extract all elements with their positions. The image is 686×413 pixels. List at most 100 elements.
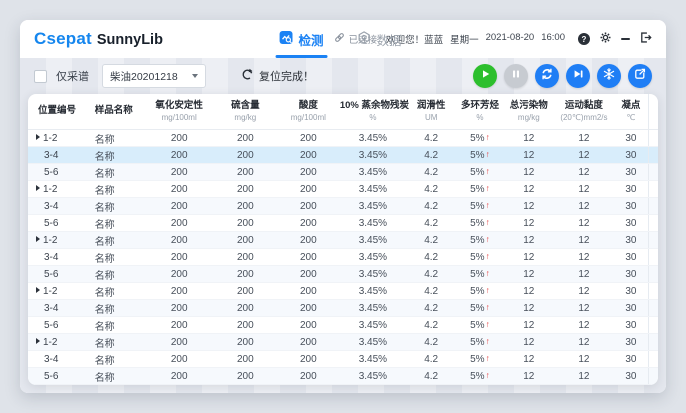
data-cell: 12 (554, 130, 614, 147)
table-row[interactable]: 5-6名称2002002003.45%4.25%↑121230 (28, 317, 658, 334)
app-window: Csepat SunnyLib 检测 (20, 20, 666, 393)
help-icon[interactable]: ? (578, 33, 590, 45)
expand-marker-icon (36, 185, 40, 191)
data-cell: 12 (554, 283, 614, 300)
position-cell: 3-4 (28, 351, 85, 368)
column-header-8[interactable]: 总污染物mg/kg (504, 94, 554, 130)
minimize-icon[interactable] (621, 38, 630, 40)
data-cell: 5%↑ (456, 130, 503, 147)
tab-detection[interactable]: 检测 (280, 20, 324, 58)
scroll-strip-cell (648, 130, 658, 147)
data-cell: 5%↑ (456, 164, 503, 181)
titlebar-icons: ? (578, 31, 652, 47)
position-cell: 1-2 (28, 130, 85, 147)
column-header-2[interactable]: 氧化安定性mg/100ml (145, 94, 214, 130)
freeze-button[interactable] (597, 64, 621, 88)
column-header-6[interactable]: 润滑性UM (406, 94, 456, 130)
data-cell: 12 (554, 334, 614, 351)
table-row[interactable]: 1-2名称2002002003.45%4.25%↑121230 (28, 283, 658, 300)
main-tabs: 检测 数据 (280, 20, 402, 58)
alert-up-arrow-icon: ↑ (486, 200, 490, 210)
data-cell: 4.2 (406, 266, 456, 283)
tab-data-label: 数据 (377, 30, 402, 49)
scroll-strip-cell (648, 164, 658, 181)
table-row[interactable]: 5-6名称2002002003.45%4.25%↑121230 (28, 164, 658, 181)
export-button[interactable] (628, 64, 652, 88)
data-cell: 200 (277, 232, 340, 249)
data-cell: 3.45% (340, 249, 406, 266)
table-row[interactable]: 1-2名称2002002003.45%4.25%↑121230 (28, 130, 658, 147)
data-cell: 200 (277, 198, 340, 215)
table-row[interactable]: 5-6名称2002002003.45%4.25%↑121230 (28, 368, 658, 385)
table-row[interactable]: 3-4名称2002002003.45%4.25%↑121230 (28, 198, 658, 215)
data-cell: 200 (145, 368, 214, 385)
table-row[interactable]: 3-4名称2002002003.45%4.25%↑121230 (28, 147, 658, 164)
sample-select[interactable]: 柴油20201218 (102, 64, 206, 88)
data-cell: 200 (145, 300, 214, 317)
scroll-strip-cell (648, 249, 658, 266)
refresh-icon[interactable] (241, 68, 254, 84)
results-table-card: 位置编号样品名称氧化安定性mg/100ml硫含量mg/kg酸度mg/100ml1… (28, 94, 658, 385)
scroll-strip-cell (648, 147, 658, 164)
data-cell: 200 (277, 351, 340, 368)
acquire-only-checkbox[interactable] (34, 70, 47, 83)
column-header-1[interactable]: 样品名称 (85, 94, 145, 130)
reset-status: 复位完成！ (241, 68, 314, 84)
sample-select-value: 柴油20201218 (110, 69, 178, 84)
table-row[interactable]: 1-2名称2002002003.45%4.25%↑121230 (28, 334, 658, 351)
sync-button[interactable] (535, 64, 559, 88)
data-cell: 200 (214, 351, 277, 368)
data-cell: 4.2 (406, 334, 456, 351)
column-header-0[interactable]: 位置编号 (28, 94, 85, 130)
data-cell: 30 (614, 334, 649, 351)
data-cell: 12 (554, 215, 614, 232)
scroll-strip-cell (648, 351, 658, 368)
data-cell: 12 (504, 368, 554, 385)
table-row[interactable]: 5-6名称2002002003.45%4.25%↑121230 (28, 266, 658, 283)
data-cell: 4.2 (406, 215, 456, 232)
data-cell: 200 (145, 130, 214, 147)
expand-marker-icon (36, 338, 40, 344)
scroll-strip-cell (648, 232, 658, 249)
data-cell: 3.45% (340, 147, 406, 164)
data-cell: 30 (614, 249, 649, 266)
data-cell: 12 (554, 351, 614, 368)
settings-gear-icon[interactable] (599, 31, 612, 47)
column-header-7[interactable]: 多环芳烃% (456, 94, 503, 130)
table-row[interactable]: 5-6名称2002002003.45%4.25%↑121230 (28, 215, 658, 232)
logout-icon[interactable] (639, 31, 652, 47)
tab-data[interactable]: 数据 (358, 20, 402, 58)
data-cell: 12 (504, 249, 554, 266)
data-cell: 200 (214, 164, 277, 181)
time: 16:00 (541, 32, 565, 46)
column-header-4[interactable]: 酸度mg/100ml (277, 94, 340, 130)
pause-button[interactable] (504, 64, 528, 88)
column-header-9[interactable]: 运动黏度(20℃)mm2/s (554, 94, 614, 130)
data-cell: 4.2 (406, 283, 456, 300)
data-cell: 30 (614, 215, 649, 232)
data-cell: 12 (504, 283, 554, 300)
data-cell: 200 (214, 317, 277, 334)
scroll-strip-cell (648, 266, 658, 283)
table-row[interactable]: 1-2名称2002002003.45%4.25%↑121230 (28, 232, 658, 249)
data-cell: 12 (504, 215, 554, 232)
data-cell: 名称 (85, 198, 145, 215)
data-cell: 4.2 (406, 249, 456, 266)
table-row[interactable]: 3-4名称2002002003.45%4.25%↑121230 (28, 249, 658, 266)
table-row[interactable]: 1-2名称2002002003.45%4.25%↑121230 (28, 181, 658, 198)
data-cell: 12 (554, 198, 614, 215)
scroll-strip-cell (648, 181, 658, 198)
table-row[interactable]: 3-4名称2002002003.45%4.25%↑121230 (28, 351, 658, 368)
table-row[interactable]: 3-4名称2002002003.45%4.25%↑121230 (28, 300, 658, 317)
data-cell: 200 (277, 283, 340, 300)
brand-product: SunnyLib (97, 32, 163, 48)
data-cell: 30 (614, 164, 649, 181)
data-cell: 30 (614, 181, 649, 198)
next-button[interactable] (566, 64, 590, 88)
column-header-5[interactable]: 10% 蒸余物残炭% (340, 94, 406, 130)
column-header-3[interactable]: 硫含量mg/kg (214, 94, 277, 130)
alert-up-arrow-icon: ↑ (486, 217, 490, 227)
column-header-10[interactable]: 凝点℃ (614, 94, 649, 130)
start-button[interactable] (473, 64, 497, 88)
data-cell: 3.45% (340, 215, 406, 232)
